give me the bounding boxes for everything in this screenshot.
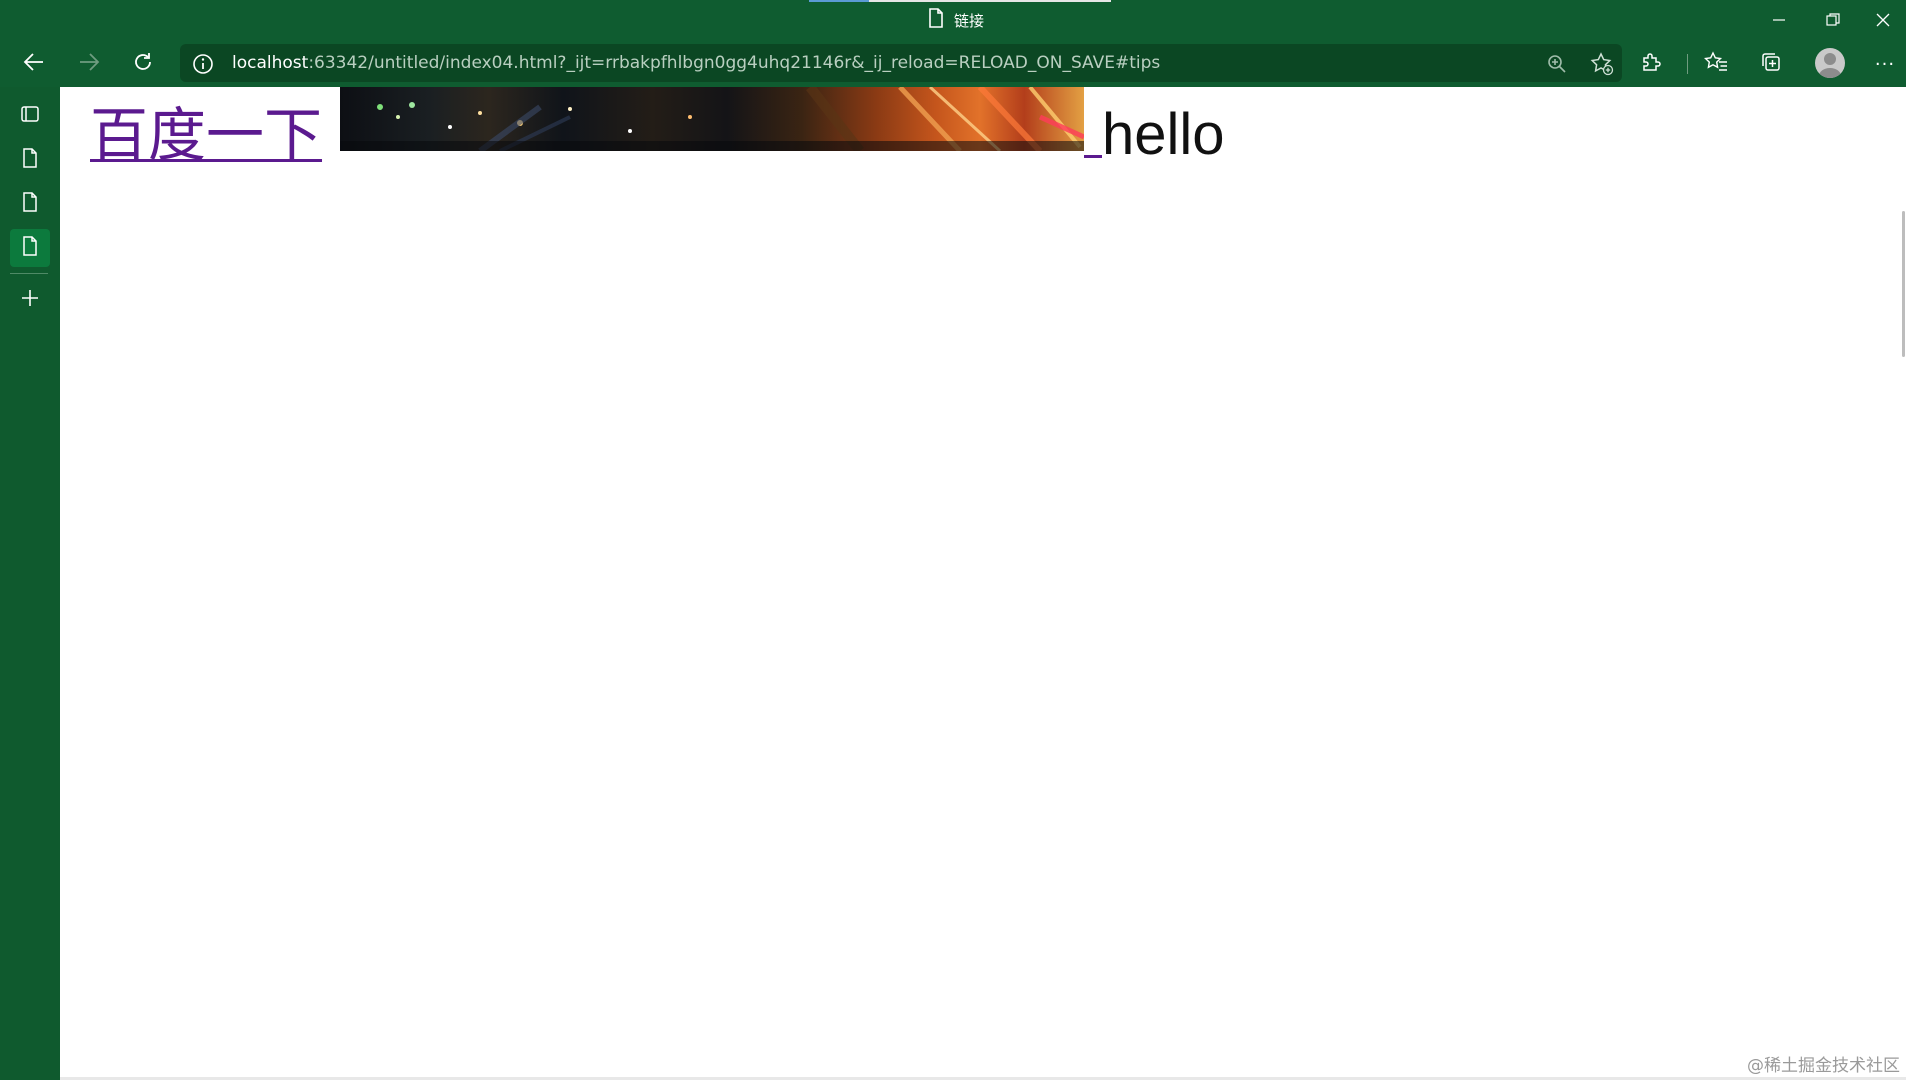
page-viewport: 百度一下 hello @稀土掘金技术社区 bbox=[60, 87, 1906, 1080]
favorites-icon bbox=[1703, 51, 1728, 77]
back-button[interactable] bbox=[15, 46, 53, 82]
sidebar-tab-2[interactable] bbox=[10, 185, 50, 223]
baidu-link[interactable]: 百度一下 bbox=[90, 103, 322, 167]
sidebar-divider bbox=[10, 273, 48, 274]
window-title: 链接 bbox=[928, 8, 985, 32]
page-content-line: 百度一下 hello bbox=[90, 87, 1225, 167]
hello-text: hello bbox=[1102, 102, 1225, 167]
plus-icon bbox=[20, 288, 40, 312]
sidebar-tab-1[interactable] bbox=[10, 141, 50, 179]
watermark-text: @稀土掘金技术社区 bbox=[1747, 1056, 1900, 1076]
tab-strip-accent bbox=[809, 0, 869, 2]
address-url[interactable]: localhost:63342/untitled/index04.html?_i… bbox=[232, 53, 1160, 73]
image-link-underline bbox=[1084, 155, 1103, 158]
tab-actions-button[interactable] bbox=[10, 97, 50, 135]
window-title-text: 链接 bbox=[954, 11, 985, 30]
extensions-button[interactable] bbox=[1632, 46, 1670, 82]
address-bar[interactable]: localhost:63342/untitled/index04.html?_i… bbox=[180, 44, 1622, 82]
new-tab-button[interactable] bbox=[10, 281, 50, 319]
address-path: :63342/untitled/index04.html?_ijt=rrbakp… bbox=[308, 53, 1161, 73]
sidebar-tab-active[interactable] bbox=[10, 229, 50, 267]
forward-button[interactable] bbox=[70, 46, 108, 82]
page-icon bbox=[22, 192, 38, 216]
title-bar: 链接 bbox=[0, 0, 1906, 40]
city-night-image[interactable] bbox=[340, 87, 1085, 151]
add-favorite-icon[interactable] bbox=[1589, 51, 1615, 77]
page-icon bbox=[928, 8, 944, 32]
minimize-button[interactable] bbox=[1752, 0, 1806, 40]
zoom-icon[interactable] bbox=[1544, 51, 1570, 77]
restore-button[interactable] bbox=[1806, 0, 1860, 40]
arrow-right-icon bbox=[78, 51, 100, 77]
browser-toolbar: localhost:63342/untitled/index04.html?_i… bbox=[0, 40, 1906, 87]
image-link[interactable] bbox=[340, 87, 1103, 167]
profile-avatar[interactable] bbox=[1815, 48, 1845, 78]
vertical-tabs-sidebar bbox=[0, 87, 60, 1080]
address-host: localhost bbox=[232, 53, 309, 73]
more-icon: ··· bbox=[1874, 53, 1896, 75]
favorites-button[interactable] bbox=[1697, 46, 1735, 82]
toolbar-divider bbox=[1687, 54, 1688, 74]
collections-icon bbox=[1760, 51, 1782, 77]
page-icon bbox=[22, 236, 38, 260]
scrollbar-thumb[interactable] bbox=[1902, 211, 1905, 357]
arrow-left-icon bbox=[23, 51, 45, 77]
close-button[interactable] bbox=[1856, 0, 1906, 40]
info-icon[interactable] bbox=[192, 53, 214, 75]
more-menu-button[interactable]: ··· bbox=[1866, 46, 1904, 82]
tab-actions-icon bbox=[20, 104, 40, 128]
puzzle-icon bbox=[1640, 51, 1662, 77]
refresh-button[interactable] bbox=[124, 46, 162, 82]
page-icon bbox=[22, 148, 38, 172]
refresh-icon bbox=[132, 51, 154, 77]
collections-button[interactable] bbox=[1752, 46, 1790, 82]
vertical-scrollbar[interactable] bbox=[1900, 87, 1906, 1080]
